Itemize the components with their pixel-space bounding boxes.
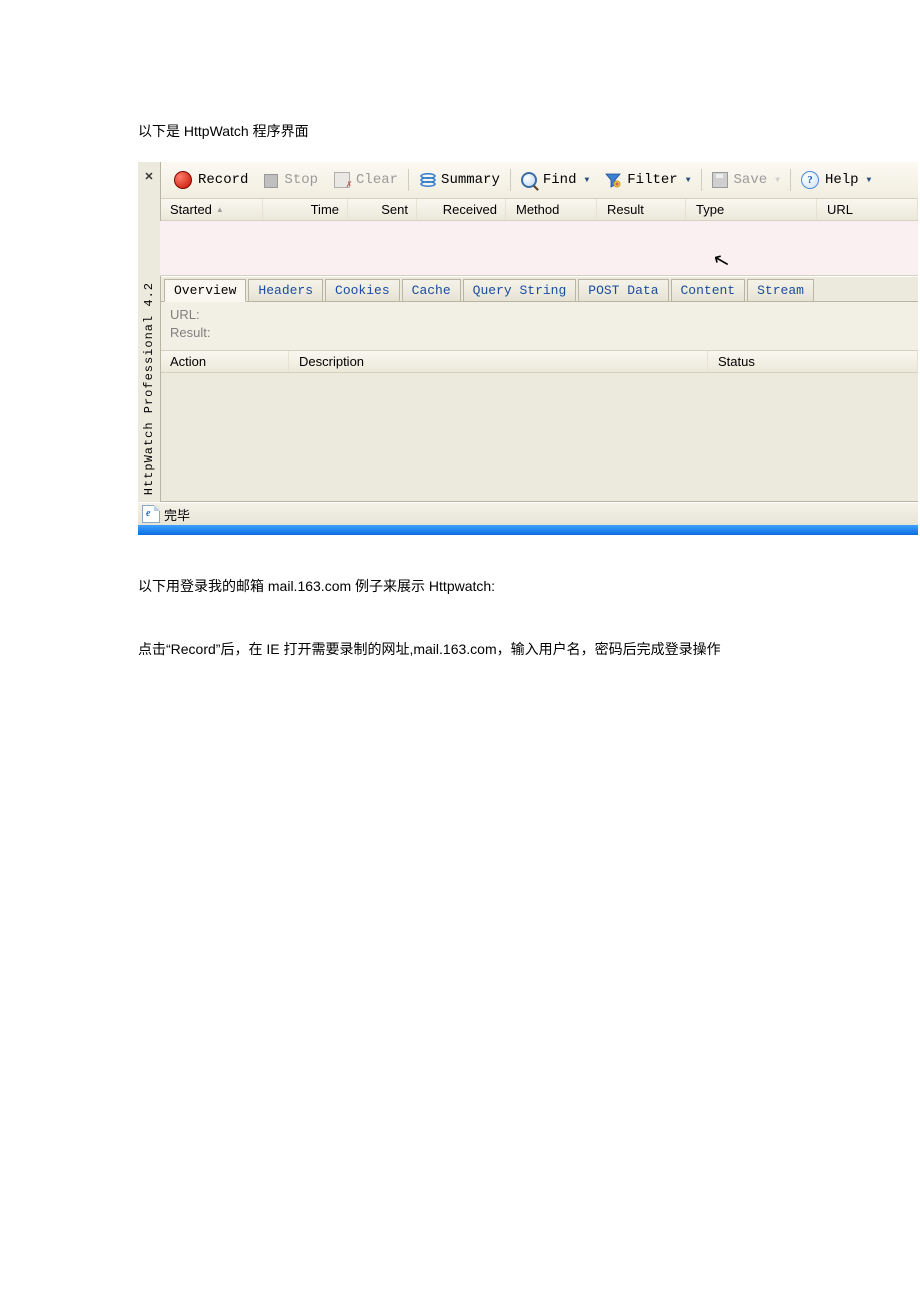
col-action[interactable]: Action — [160, 351, 289, 372]
tab-cookies[interactable]: Cookies — [325, 279, 400, 302]
overview-url-label: URL: — [170, 306, 908, 324]
col-status[interactable]: Status — [708, 351, 918, 372]
clear-button[interactable]: Clear — [326, 170, 406, 190]
filter-icon — [605, 172, 621, 188]
filter-button[interactable]: Filter ▼ — [597, 170, 698, 190]
tab-headers[interactable]: Headers — [248, 279, 323, 302]
action-grid-body[interactable] — [160, 373, 918, 502]
side-title-text: HttpWatch Professional 4.2 — [142, 282, 156, 495]
col-sent[interactable]: Sent — [348, 199, 417, 220]
col-url[interactable]: URL — [817, 199, 918, 220]
save-icon — [712, 172, 728, 188]
stop-icon — [264, 174, 278, 188]
intro-text-1: 以下是 HttpWatch 程序界面 — [138, 120, 920, 142]
overview-panel: URL: Result: — [160, 301, 918, 350]
record-icon — [174, 171, 192, 189]
save-button[interactable]: Save ▼ — [704, 170, 788, 190]
tab-content[interactable]: Content — [671, 279, 746, 302]
intro-text-2: 以下用登录我的邮箱 mail.163.com 例子来展示 Httpwatch: — [138, 575, 920, 597]
status-bar: 完毕 — [138, 502, 918, 525]
overview-result-label: Result: — [170, 324, 908, 342]
chevron-down-icon: ▼ — [684, 176, 691, 185]
help-icon: ? — [801, 171, 819, 189]
col-method[interactable]: Method — [506, 199, 597, 220]
col-started[interactable]: Started▲ — [160, 199, 263, 220]
request-grid-header: Started▲ Time Sent Received Method Resul… — [160, 199, 918, 221]
tab-querystring[interactable]: Query String — [463, 279, 577, 302]
side-title-bar: HttpWatch Professional 4.2 — [138, 190, 161, 501]
clear-icon — [334, 172, 350, 188]
tab-overview[interactable]: Overview — [164, 279, 246, 302]
request-grid-body[interactable]: ↖ — [160, 221, 918, 276]
col-time[interactable]: Time — [263, 199, 348, 220]
find-icon — [521, 172, 537, 188]
httpwatch-screenshot: ✕ HttpWatch Professional 4.2 Record Stop… — [138, 162, 918, 535]
page-icon — [142, 505, 160, 523]
tab-stream[interactable]: Stream — [747, 279, 814, 302]
taskbar-strip — [138, 525, 918, 535]
action-grid-header: Action Description Status — [160, 350, 918, 373]
detail-tabs: Overview Headers Cookies Cache Query Str… — [160, 276, 918, 302]
find-button[interactable]: Find ▼ — [513, 170, 597, 190]
col-result[interactable]: Result — [597, 199, 686, 220]
intro-text-3: 点击“Record”后，在 IE 打开需要录制的网址,mail.163.com，… — [138, 638, 920, 660]
help-button[interactable]: ? Help ▼ — [793, 169, 879, 191]
col-received[interactable]: Received — [417, 199, 506, 220]
close-button[interactable]: ✕ — [138, 162, 161, 190]
tab-postdata[interactable]: POST Data — [578, 279, 668, 302]
chevron-down-icon: ▼ — [773, 176, 780, 185]
toolbar: Record Stop Clear Summary — [160, 162, 918, 199]
summary-button[interactable]: Summary — [411, 170, 508, 190]
chevron-down-icon: ▼ — [865, 176, 872, 185]
summary-icon — [419, 172, 435, 188]
col-type[interactable]: Type — [686, 199, 817, 220]
chevron-down-icon: ▼ — [582, 176, 589, 185]
cursor-icon: ↖ — [710, 247, 733, 275]
tab-cache[interactable]: Cache — [402, 279, 461, 302]
stop-button[interactable]: Stop — [256, 170, 326, 190]
status-text: 完毕 — [164, 505, 190, 524]
record-button[interactable]: Record — [166, 169, 256, 191]
col-description[interactable]: Description — [289, 351, 708, 372]
